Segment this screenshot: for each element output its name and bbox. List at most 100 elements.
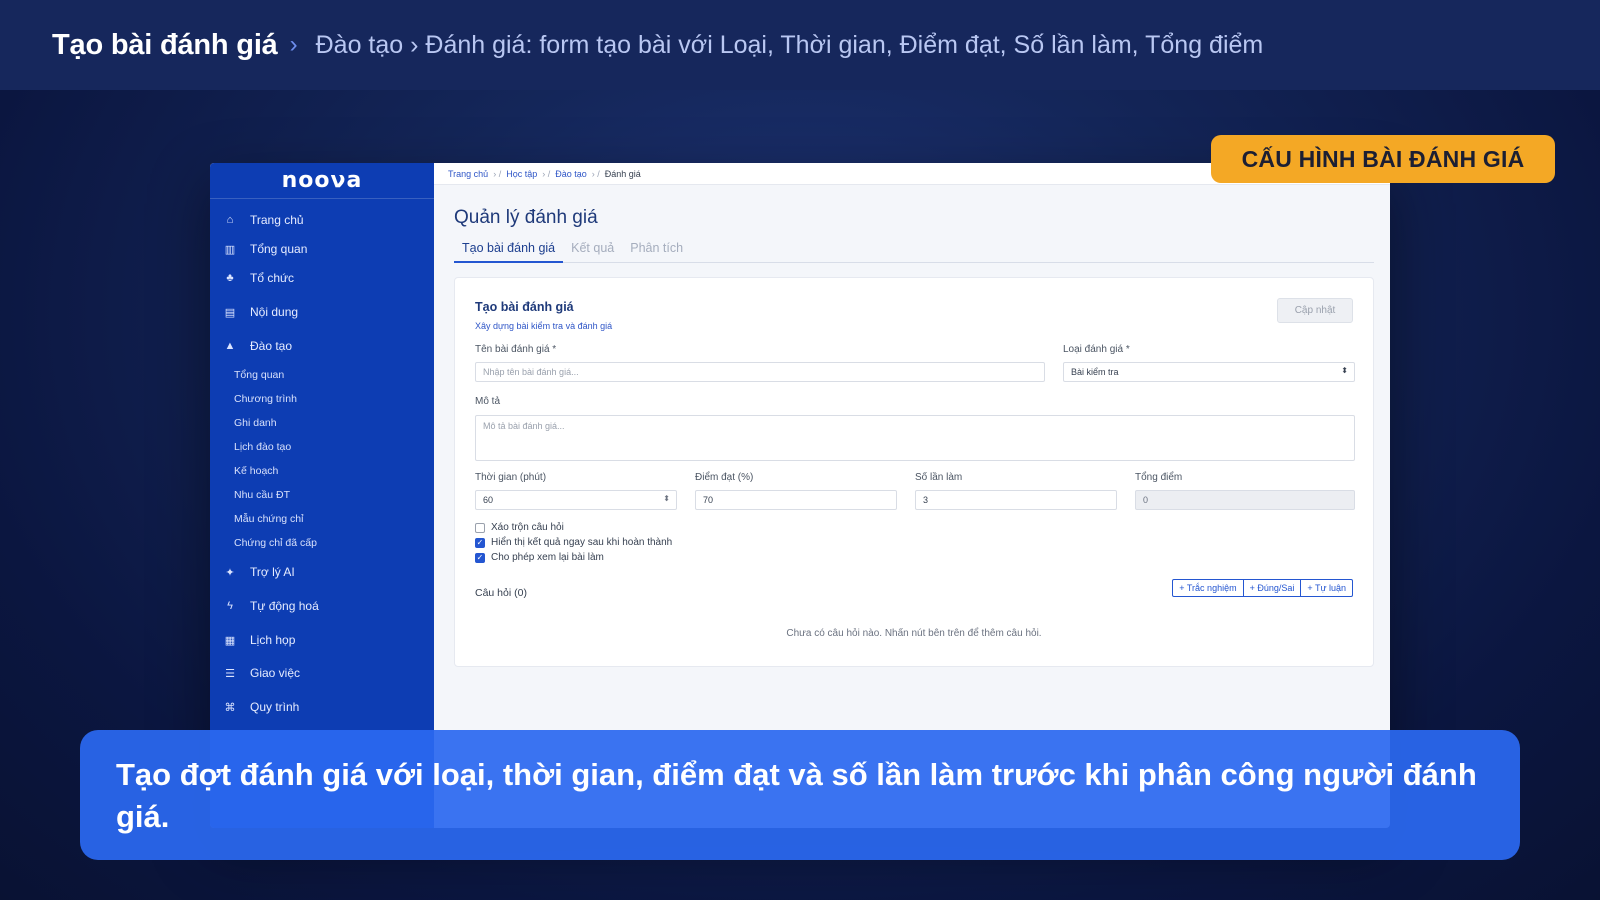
sidebar-item-label: Tổng quan (250, 242, 308, 256)
time-input[interactable]: 60 ⬍ (475, 490, 677, 510)
assessment-type-select[interactable]: Bài kiểm tra ⬍ (1063, 362, 1355, 382)
form-title: Tạo bài đánh giá (475, 300, 574, 314)
type-label: Loại đánh giá * (1063, 344, 1130, 355)
add-multiple-choice-button[interactable]: + Trắc nghiệm (1173, 580, 1244, 596)
section-badge: CẤU HÌNH BÀI ĐÁNH GIÁ (1211, 135, 1555, 183)
slide-background: Tạo bài đánh giá › Đào tạo › Đánh giá: f… (0, 0, 1600, 900)
org-chart-icon: ♣ (226, 272, 234, 284)
total-score-label: Tổng điểm (1135, 472, 1183, 483)
breadcrumb-training[interactable]: Đào tạo (555, 169, 587, 179)
pass-score-input[interactable]: 70 (695, 490, 897, 510)
chevron-right-icon: › (289, 31, 298, 58)
assessment-name-input[interactable]: Nhập tên bài đánh giá... (475, 362, 1045, 382)
sidebar: nooνa ⌂ Trang chủ ▥ Tổng quan ♣ Tổ chức … (210, 163, 434, 828)
checkbox-unchecked[interactable] (475, 522, 485, 533)
sidebar-item-label: Trợ lý AI (250, 565, 295, 579)
sidebar-subitem-plan[interactable]: Kế hoạch (234, 465, 278, 477)
page-title: Quản lý đánh giá (454, 207, 598, 228)
slide-header: Tạo bài đánh giá › Đào tạo › Đánh giá: f… (0, 0, 1600, 90)
tasks-icon: ☰ (225, 667, 235, 680)
description-textarea[interactable]: Mô tả bài đánh giá... (475, 415, 1355, 461)
add-question-button-group: + Trắc nghiệm + Đúng/Sai + Tự luận (1172, 579, 1353, 597)
logo-text: nooνa (281, 168, 363, 193)
sidebar-item-label: Tổ chức (250, 271, 295, 285)
type-select-value: Bài kiểm tra (1071, 367, 1119, 377)
workflow-icon: ⌘ (224, 701, 236, 714)
sidebar-item-automation[interactable]: ϟ Tự động hoá (222, 599, 319, 613)
option-label: Xáo trộn câu hỏi (491, 522, 564, 533)
option-label: Cho phép xem lại bài làm (491, 552, 604, 563)
allow-review-option[interactable]: ✓ Cho phép xem lại bài làm (475, 552, 604, 563)
checkbox-checked-icon[interactable]: ✓ (475, 552, 485, 563)
breadcrumb-separator: › / (542, 168, 551, 179)
tab-create-assessment[interactable]: Tạo bài đánh giá (454, 237, 564, 263)
tab-analysis[interactable]: Phân tích (622, 237, 691, 263)
attempts-input[interactable]: 3 (915, 490, 1117, 510)
total-score-input: 0 (1135, 490, 1355, 510)
sidebar-item-label: Trang chủ (250, 213, 304, 227)
form-subtitle: Xây dựng bài kiểm tra và đánh giá (475, 321, 613, 331)
sidebar-item-overview[interactable]: ▥ Tổng quan (222, 242, 308, 256)
sparkle-icon: ✦ (225, 566, 235, 579)
tab-results[interactable]: Kết quả (563, 237, 622, 263)
graduation-cap-icon: ▲ (224, 340, 236, 352)
tab-bar: Tạo bài đánh giá Kết quả Phân tích (454, 237, 1374, 263)
main-content: Trang chủ › / Học tập › / Đào tạo › / Đá… (434, 163, 1390, 828)
add-essay-button[interactable]: + Tự luận (1301, 580, 1352, 596)
sidebar-subitem-issued-certificates[interactable]: Chứng chỉ đã cấp (234, 537, 317, 549)
sidebar-subitem-schedule[interactable]: Lịch đào tạo (234, 441, 291, 453)
time-value: 60 (483, 495, 494, 505)
select-arrows-icon: ⬍ (1341, 366, 1348, 375)
slide-title: Tạo bài đánh giá (52, 28, 278, 61)
sidebar-item-training[interactable]: ▲ Đào tạo (222, 339, 292, 353)
name-label: Tên bài đánh giá * (475, 344, 557, 355)
questions-count-label: Câu hỏi (0) (475, 587, 527, 599)
attempts-label: Số lần làm (915, 472, 963, 483)
bar-chart-icon: ▥ (224, 243, 236, 256)
logo[interactable]: nooνa (210, 163, 434, 199)
sidebar-item-label: Đào tạo (250, 339, 293, 353)
breadcrumb-separator: › / (591, 168, 600, 179)
checkbox-checked-icon[interactable]: ✓ (475, 537, 485, 548)
sidebar-item-label: Giao việc (250, 666, 301, 680)
app-window: nooνa ⌂ Trang chủ ▥ Tổng quan ♣ Tổ chức … (210, 163, 1390, 828)
empty-questions-message: Chưa có câu hỏi nào. Nhấn nút bên trên đ… (786, 628, 1042, 639)
sidebar-item-ai-assistant[interactable]: ✦ Trợ lý AI (222, 565, 295, 579)
slide-subtitle: Đào tạo › Đánh giá: form tạo bài với Loạ… (315, 30, 1264, 59)
time-label: Thời gian (phút) (475, 472, 547, 483)
option-label: Hiển thị kết quả ngay sau khi hoàn thành (491, 537, 673, 548)
sidebar-item-tasks[interactable]: ☰ Giao việc (222, 666, 300, 680)
sidebar-item-meetings[interactable]: ▦ Lịch họp (222, 633, 296, 647)
sidebar-item-label: Tự động hoá (250, 599, 319, 613)
update-button[interactable]: Cập nhật (1277, 298, 1353, 323)
description-label: Mô tả (475, 396, 501, 407)
breadcrumb-home[interactable]: Trang chủ (448, 169, 488, 179)
pass-score-label: Điểm đạt (%) (695, 472, 754, 483)
breadcrumb-separator: › / (493, 168, 502, 179)
sidebar-subitem-enrollment[interactable]: Ghi danh (234, 417, 277, 429)
home-icon: ⌂ (226, 214, 234, 226)
breadcrumb-current: Đánh giá (604, 168, 641, 179)
sidebar-item-content[interactable]: ▤ Nội dung (222, 305, 298, 319)
calendar-icon: ▦ (224, 634, 236, 647)
shuffle-questions-option[interactable]: Xáo trộn câu hỏi (475, 522, 564, 533)
book-icon: ▤ (224, 306, 236, 319)
sidebar-item-organization[interactable]: ♣ Tổ chức (222, 271, 294, 285)
add-true-false-button[interactable]: + Đúng/Sai (1244, 580, 1302, 596)
breadcrumb-learning[interactable]: Học tập (506, 169, 537, 179)
stepper-icon[interactable]: ⬍ (663, 494, 670, 503)
caption-text: Tạo đợt đánh giá với loại, thời gian, đi… (116, 757, 1477, 834)
sidebar-item-home[interactable]: ⌂ Trang chủ (222, 213, 304, 227)
sidebar-item-label: Quy trình (250, 700, 300, 714)
assessment-form-card: Tạo bài đánh giá Xây dựng bài kiểm tra v… (454, 277, 1374, 667)
sidebar-item-label: Lịch họp (250, 633, 296, 647)
caption-banner: Tạo đợt đánh giá với loại, thời gian, đi… (80, 730, 1520, 860)
sidebar-subitem-programs[interactable]: Chương trình (234, 393, 297, 405)
lightning-icon: ϟ (227, 600, 233, 612)
sidebar-item-label: Nội dung (250, 305, 299, 319)
show-results-option[interactable]: ✓ Hiển thị kết quả ngay sau khi hoàn thà… (475, 537, 672, 548)
sidebar-subitem-certificate-templates[interactable]: Mẫu chứng chỉ (234, 513, 303, 525)
sidebar-item-workflow[interactable]: ⌘ Quy trình (222, 700, 300, 714)
sidebar-subitem-needs[interactable]: Nhu cầu ĐT (234, 489, 290, 501)
sidebar-subitem-training-overview[interactable]: Tổng quan (234, 369, 284, 381)
